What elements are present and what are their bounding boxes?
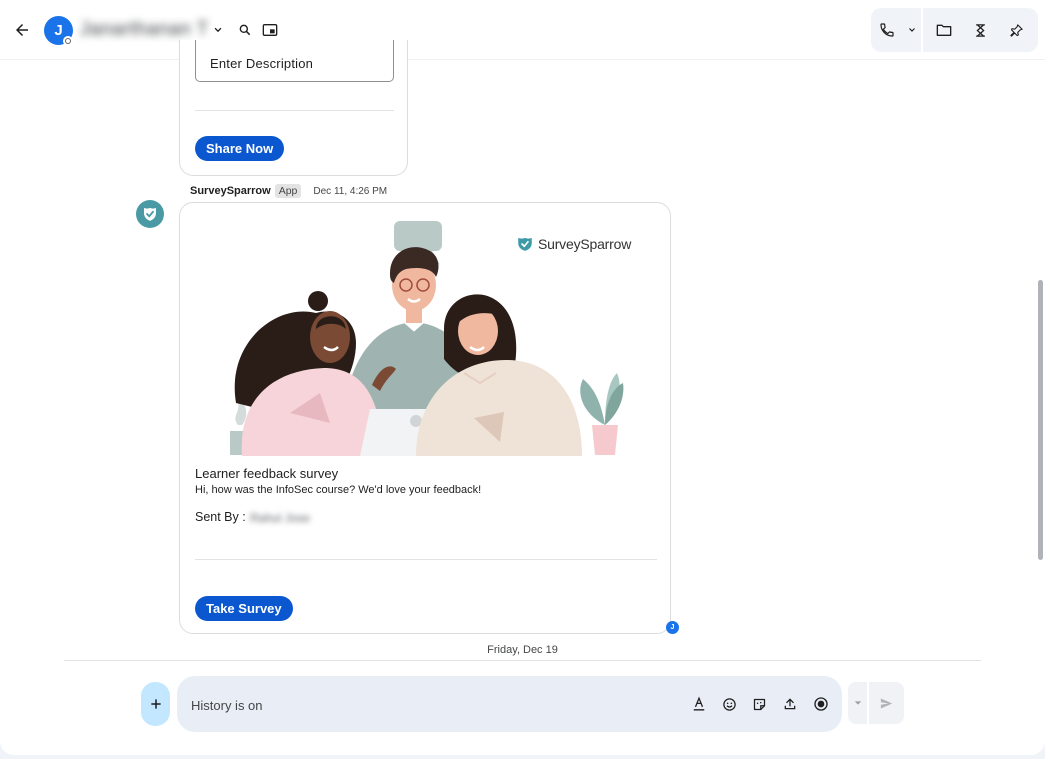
card-divider [195, 110, 394, 111]
phone-icon [880, 23, 894, 37]
chevron-down-icon [909, 28, 915, 32]
contact-name[interactable]: Janarthanan T [80, 19, 209, 41]
upload-icon [784, 698, 796, 710]
surveysparrow-logo-icon [518, 238, 532, 251]
description-input[interactable]: Enter Description [195, 40, 394, 82]
picture-in-picture-icon [262, 24, 278, 36]
format-text-icon [693, 696, 705, 711]
survey-card: SurveySparrow Learner feedback survey Hi… [179, 202, 671, 634]
add-attachment-button[interactable] [141, 682, 170, 726]
search-button[interactable] [235, 20, 255, 40]
sent-by-name: Rahul Jose [250, 511, 311, 525]
sticker-button[interactable] [749, 694, 769, 714]
date-separator: Friday, Dec 19 [487, 644, 558, 656]
brand-name: SurveySparrow [538, 236, 632, 252]
share-now-button[interactable]: Share Now [195, 136, 285, 161]
message-meta: SurveySparrow App Dec 11, 4:26 PM [190, 184, 387, 198]
chevron-down-icon [214, 27, 222, 33]
avatar-letter: J [54, 22, 63, 39]
read-receipt-avatar: J [666, 621, 679, 634]
message-time: Dec 11, 4:26 PM [313, 185, 388, 197]
sender-name[interactable]: SurveySparrow [190, 185, 271, 197]
presence-status-icon [63, 36, 73, 46]
compose-box [177, 676, 842, 732]
survey-title: Learner feedback survey [195, 466, 339, 481]
format-button[interactable] [689, 694, 709, 714]
pop-out-button[interactable] [260, 20, 280, 40]
call-options-button[interactable] [904, 21, 920, 39]
record-video-button[interactable] [811, 694, 831, 714]
scrollbar-thumb[interactable] [1038, 280, 1043, 560]
chat-header: J Janarthanan T [0, 0, 1045, 60]
tasks-icon [975, 23, 985, 37]
files-button[interactable] [934, 20, 954, 40]
search-icon [239, 24, 251, 36]
plus-icon [150, 699, 161, 709]
sent-by-label: Sent By : [195, 510, 246, 524]
contact-menu-button[interactable] [209, 20, 227, 40]
send-button[interactable] [869, 682, 904, 724]
share-card: Enter Description Share Now [179, 40, 408, 176]
emoji-icon [722, 697, 736, 711]
take-survey-button[interactable]: Take Survey [195, 596, 293, 621]
message-input[interactable] [191, 695, 571, 715]
surveysparrow-brand: SurveySparrow [516, 235, 631, 253]
pin-icon [1009, 23, 1023, 37]
description-placeholder: Enter Description [210, 56, 314, 71]
compose-divider [64, 660, 981, 661]
chat-window: J Janarthanan T Enter Description Share … [0, 0, 1045, 755]
sticker-icon [753, 698, 765, 710]
card-divider [195, 559, 657, 560]
surveysparrow-logo-icon [144, 208, 156, 221]
pin-button[interactable] [1006, 20, 1026, 40]
chevron-down-icon [854, 701, 861, 705]
arrow-back-icon [16, 24, 28, 36]
bot-avatar[interactable] [136, 200, 164, 228]
scrollbar[interactable] [1036, 60, 1045, 660]
upload-button[interactable] [780, 694, 800, 714]
folder-icon [936, 24, 952, 36]
call-button[interactable] [877, 20, 897, 40]
tasks-button[interactable] [970, 20, 990, 40]
app-badge: App [274, 184, 302, 198]
survey-description: Hi, how was the InfoSec course? We'd lov… [195, 484, 482, 496]
send-icon [880, 698, 893, 708]
record-icon [814, 697, 828, 711]
send-options-button[interactable] [848, 682, 867, 724]
emoji-button[interactable] [719, 694, 739, 714]
back-button[interactable] [8, 16, 36, 44]
